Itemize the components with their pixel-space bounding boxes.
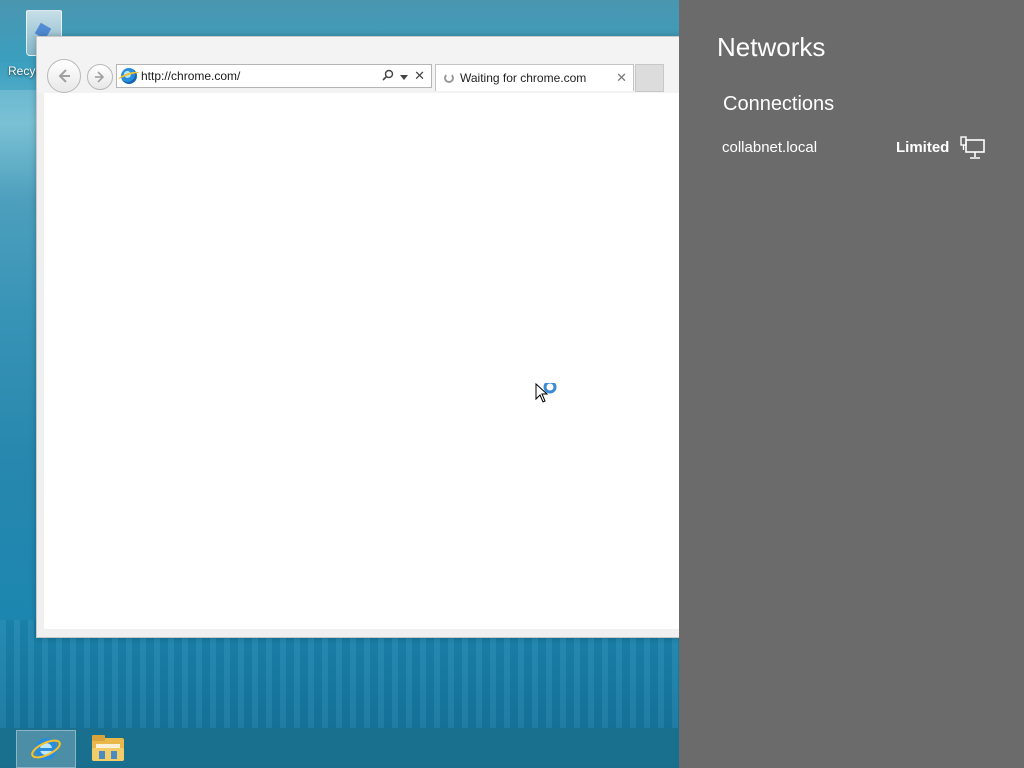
forward-arrow-icon: [95, 71, 105, 83]
folder-icon: [92, 735, 124, 761]
forward-button[interactable]: [87, 64, 113, 90]
back-button[interactable]: [47, 59, 81, 93]
network-name: collabnet.local: [722, 139, 818, 156]
networks-charm-panel: Networks Connections collabnet.local Lim…: [679, 0, 1024, 768]
wired-network-icon: [960, 136, 985, 159]
address-url[interactable]: http://chrome.com/: [141, 69, 382, 83]
tab-title: Waiting for chrome.com: [460, 71, 587, 85]
stop-button[interactable]: ✕: [414, 68, 425, 84]
loading-spinner-icon: [444, 73, 454, 83]
address-bar[interactable]: http://chrome.com/ ✕: [116, 64, 432, 88]
network-connection-item[interactable]: collabnet.local Limited: [722, 136, 992, 162]
search-icon[interactable]: [382, 69, 394, 84]
ie-page-icon: [121, 68, 137, 84]
busy-cursor-icon: [535, 383, 557, 403]
tab-active[interactable]: Waiting for chrome.com ✕: [435, 64, 634, 91]
page-content-area[interactable]: [44, 93, 681, 629]
taskbar-file-explorer[interactable]: [84, 730, 132, 766]
back-arrow-icon: [58, 69, 70, 83]
internet-explorer-icon: [31, 738, 61, 760]
browser-window[interactable]: http://chrome.com/ ✕ Waiting for chrome.…: [36, 36, 682, 638]
new-tab-button[interactable]: [635, 64, 664, 92]
browser-toolbar: http://chrome.com/ ✕ Waiting for chrome.…: [37, 37, 681, 93]
dropdown-arrow-icon[interactable]: [400, 69, 409, 84]
panel-title: Networks: [717, 32, 826, 62]
taskbar-internet-explorer[interactable]: [16, 730, 76, 768]
tab-close-button[interactable]: ✕: [616, 70, 627, 86]
network-status: Limited: [896, 139, 950, 156]
connections-heading: Connections: [723, 93, 835, 115]
